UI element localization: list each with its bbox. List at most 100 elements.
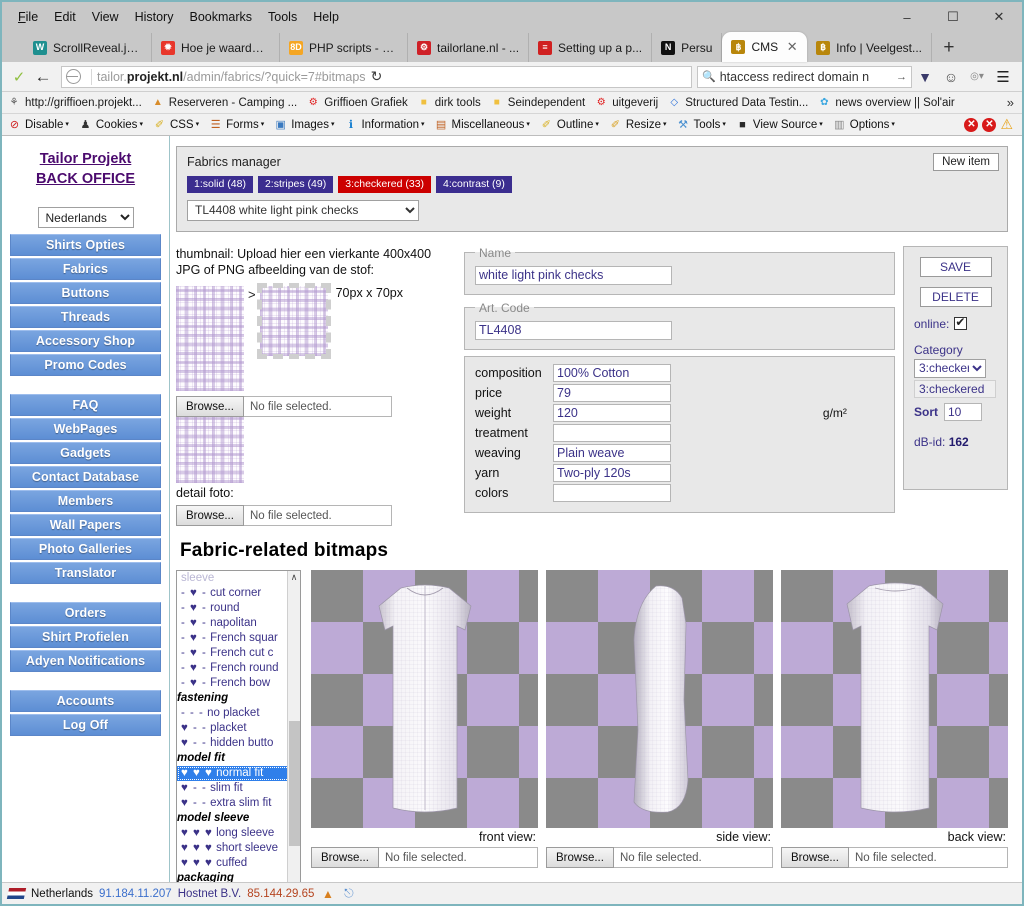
pocket-icon[interactable]: ▼: [912, 69, 938, 85]
bitmap-list-item-13[interactable]: ♥ ♥ ♥ normal fit: [177, 766, 300, 782]
bookmark-2[interactable]: ⚙ Griffioen Grafiek: [306, 96, 408, 110]
url-bar[interactable]: tailor.projekt.nl/admin/fabrics/?quick=7…: [61, 65, 692, 88]
bookmark-7[interactable]: ✿ news overview || Sol'air: [817, 96, 955, 110]
sidebar-item-shirts-opties[interactable]: Shirts Opties: [10, 234, 161, 257]
adblock-icon[interactable]: ◎▾: [964, 71, 990, 82]
error-badge-icon[interactable]: ✕: [964, 117, 979, 132]
minimize-button[interactable]: –: [884, 2, 930, 32]
sidebar-item-wall-papers[interactable]: Wall Papers: [10, 514, 161, 537]
bookmark-5[interactable]: ⚙ uitgeverij: [594, 96, 659, 110]
fabric-select[interactable]: TL4408 white light pink checks: [187, 199, 419, 221]
bookmark-6[interactable]: ◇ Structured Data Testin...: [667, 96, 808, 110]
sidebar-item-shirt-profielen[interactable]: Shirt Profielen: [10, 626, 161, 649]
artcode-input[interactable]: [475, 320, 672, 340]
sidebar-item-faq[interactable]: FAQ: [10, 394, 161, 417]
devtool-cookies[interactable]: ♟ Cookies: [78, 117, 143, 132]
bitmap-list-item-17[interactable]: ♥ ♥ ♥ long sleeve: [177, 826, 300, 841]
bitmap-list-item-8[interactable]: fastening: [177, 691, 300, 706]
bitmap-list-item-12[interactable]: model fit: [177, 751, 300, 766]
bitmaps-list-scrollbar[interactable]: ∧ ∨: [287, 571, 300, 882]
view-file-input-back[interactable]: Browse... No file selected.: [781, 847, 1008, 869]
devtool-tools[interactable]: ⚒ Tools: [676, 117, 726, 132]
browser-tab-7[interactable]: ฿ Info | Veelgest...: [807, 33, 932, 62]
view-browse-button[interactable]: Browse...: [546, 847, 614, 869]
search-bar[interactable]: 🔍 htaccess redirect domain n →: [697, 65, 912, 88]
devtool-images[interactable]: ▣ Images: [273, 117, 334, 132]
language-select[interactable]: Nederlands: [37, 207, 134, 229]
property-input-weaving[interactable]: [553, 443, 671, 462]
bookmarks-overflow-icon[interactable]: »: [1007, 95, 1017, 110]
new-tab-button[interactable]: +: [932, 33, 966, 62]
browser-tab-5[interactable]: N Persu: [652, 33, 723, 62]
warning-badge-icon[interactable]: ⚠: [1000, 116, 1013, 133]
sidebar-item-fabrics[interactable]: Fabrics: [10, 258, 161, 281]
smiley-icon[interactable]: ☺: [938, 69, 964, 85]
bitmap-list-item-19[interactable]: ♥ ♥ ♥ cuffed: [177, 856, 300, 871]
category-select[interactable]: 3:checkered: [914, 358, 986, 378]
menu-bookmarks[interactable]: Bookmarks: [181, 7, 260, 27]
menu-help[interactable]: Help: [305, 7, 347, 27]
bitmap-list-item-5[interactable]: - ♥ - French cut c: [177, 646, 300, 661]
bitmap-list-item-18[interactable]: ♥ ♥ ♥ short sleeve: [177, 841, 300, 856]
scrollbar-thumb[interactable]: [289, 721, 300, 847]
bitmap-list-item-4[interactable]: - ♥ - French squar: [177, 631, 300, 646]
map-icon[interactable]: ▲: [320, 887, 335, 901]
bitmap-list-item-6[interactable]: - ♥ - French round: [177, 661, 300, 676]
cursor-icon[interactable]: ⎋: [341, 886, 356, 901]
property-input-weight[interactable]: [553, 403, 671, 422]
menu-edit[interactable]: Edit: [46, 7, 84, 27]
save-button[interactable]: SAVE: [919, 256, 992, 277]
devtool-view-source[interactable]: ■ View Source: [735, 117, 823, 132]
category-tab-0[interactable]: 1:solid (48): [187, 176, 253, 193]
back-button[interactable]: ←: [30, 64, 56, 90]
category-tab-1[interactable]: 2:stripes (49): [257, 176, 334, 193]
property-input-treatment[interactable]: [553, 423, 671, 442]
sidebar-item-orders[interactable]: Orders: [10, 602, 161, 625]
sidebar-item-translator[interactable]: Translator: [10, 562, 161, 585]
sidebar-item-photo-galleries[interactable]: Photo Galleries: [10, 538, 161, 561]
maximize-button[interactable]: ☐: [930, 2, 976, 32]
reload-button[interactable]: ↻: [366, 68, 388, 85]
sidebar-item-gadgets[interactable]: Gadgets: [10, 442, 161, 465]
detail-browse-button[interactable]: Browse...: [176, 505, 244, 527]
bitmap-list-item-2[interactable]: - ♥ - round: [177, 601, 300, 616]
sort-input[interactable]: [944, 402, 982, 421]
devtool-resize[interactable]: ✐ Resize: [608, 117, 667, 132]
online-checkbox[interactable]: [954, 315, 968, 331]
view-browse-button[interactable]: Browse...: [781, 847, 849, 869]
devtool-forms[interactable]: ☰ Forms: [208, 117, 264, 132]
bitmap-list-item-16[interactable]: model sleeve: [177, 811, 300, 826]
hamburger-menu-icon[interactable]: ☰: [990, 68, 1016, 86]
property-input-yarn[interactable]: [553, 463, 671, 482]
scroll-down-icon[interactable]: ∨: [287, 881, 300, 882]
view-file-input-front[interactable]: Browse... No file selected.: [311, 847, 538, 869]
bitmap-list-item-1[interactable]: - ♥ - cut corner: [177, 586, 300, 601]
bitmap-list-item-15[interactable]: ♥ - - extra slim fit: [177, 796, 300, 811]
close-button[interactable]: ✕: [976, 2, 1022, 32]
menu-history[interactable]: History: [127, 7, 182, 27]
browser-tab-6[interactable]: ฿ CMS ✕: [722, 32, 808, 62]
browser-tab-0[interactable]: W ScrollReveal.js ...: [24, 33, 152, 62]
view-browse-button[interactable]: Browse...: [311, 847, 379, 869]
devtool-outline[interactable]: ✐ Outline: [539, 117, 599, 132]
devtool-miscellaneous[interactable]: ▤ Miscellaneous: [434, 117, 530, 132]
search-input[interactable]: htaccess redirect domain n: [720, 70, 869, 84]
name-input[interactable]: [475, 265, 672, 285]
thumbnail-browse-button[interactable]: Browse...: [176, 396, 244, 418]
tab-close-icon[interactable]: ✕: [786, 39, 798, 55]
bitmaps-list[interactable]: sleeve - ♥ - cut corner - ♥ - round - ♥ - n…: [177, 571, 300, 882]
sidebar-item-webpages[interactable]: WebPages: [10, 418, 161, 441]
sidebar-item-adyen-notifications[interactable]: Adyen Notifications: [10, 650, 161, 673]
thumbnail-file-input[interactable]: Browse... No file selected.: [176, 396, 392, 418]
delete-button[interactable]: DELETE: [919, 286, 992, 307]
browser-tab-1[interactable]: ✹ Hoe je waarde ...: [152, 33, 280, 62]
category-tab-2[interactable]: 3:checkered (33): [338, 176, 432, 193]
devtool-options[interactable]: ▥ Options: [832, 117, 895, 132]
bookmark-4[interactable]: ■ Seindependent: [490, 96, 585, 110]
property-input-colors[interactable]: [553, 483, 671, 502]
devtool-information[interactable]: ℹ Information: [343, 117, 424, 132]
bookmark-0[interactable]: ⚘ http://griffioen.projekt...: [7, 96, 142, 110]
menu-view[interactable]: View: [84, 7, 127, 27]
error-badge-2-icon[interactable]: ✕: [982, 117, 997, 132]
devtool-disable[interactable]: ⊘ Disable: [7, 117, 69, 132]
